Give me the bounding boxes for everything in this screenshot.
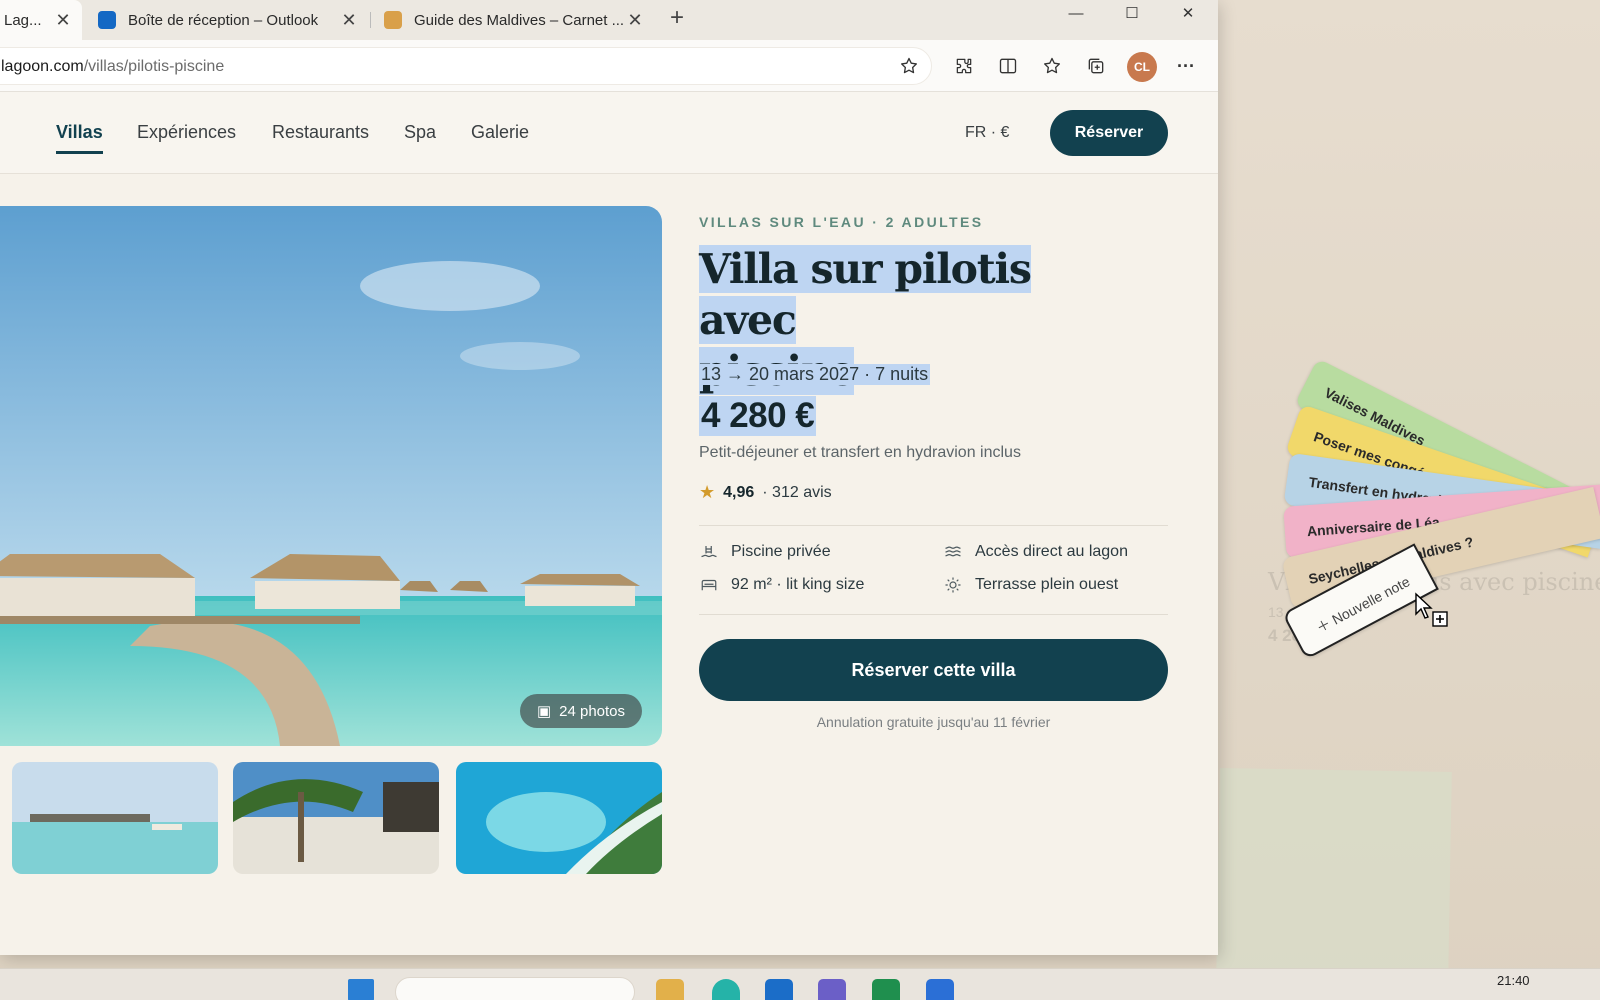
thumbnail-water-villas-image — [12, 762, 218, 874]
divider — [699, 525, 1168, 526]
reviews-count[interactable]: · 312 avis — [762, 484, 831, 502]
photos-count-button[interactable]: ▣ 24 photos — [520, 694, 642, 728]
file-explorer-icon[interactable] — [656, 979, 684, 1000]
new-tab-plus-icon[interactable]: + — [670, 4, 694, 32]
minimize-icon[interactable]: — — [1048, 0, 1104, 26]
more-options-icon[interactable]: ··· — [1172, 52, 1200, 80]
outlook-favicon-icon — [98, 11, 116, 29]
profile-avatar[interactable]: CL — [1127, 52, 1157, 82]
sticky-notes-window[interactable] — [1216, 767, 1452, 983]
close-tab-icon[interactable]: ✕ — [340, 11, 358, 29]
tab-title: Guide des Maldives – Carnet ... — [414, 11, 625, 29]
mail-icon[interactable] — [765, 979, 793, 1000]
thumbnail-2[interactable] — [233, 762, 439, 874]
extensions-puzzle-icon[interactable] — [950, 52, 978, 80]
thumbnail-1[interactable] — [12, 762, 218, 874]
tab-strip: Lag... ✕ Boîte de réception – Outlook ✕ … — [0, 0, 1218, 40]
edge-icon[interactable] — [712, 979, 740, 1000]
nav-spa[interactable]: Spa — [404, 122, 436, 143]
villa-price: 4 280 € — [699, 396, 817, 436]
tab-lagoon[interactable]: Lag... ✕ — [0, 0, 82, 40]
address-bar[interactable]: lagoon.com/villas/pilotis-piscine — [0, 47, 932, 85]
rating-score: 4,96 — [723, 483, 755, 501]
cursor-copy-icon — [1415, 592, 1448, 627]
pool-icon — [699, 542, 719, 562]
browser-window: Lag... ✕ Boîte de réception – Outlook ✕ … — [0, 0, 1218, 955]
maximize-icon[interactable]: ☐ — [1104, 0, 1160, 26]
amenity-size: 92 m² · lit king size — [699, 575, 864, 595]
tab-guide[interactable]: Guide des Maldives – Carnet ... ✕ — [374, 0, 654, 40]
close-window-icon[interactable]: ✕ — [1160, 0, 1216, 26]
collections-icon[interactable] — [1082, 52, 1110, 80]
cancellation-policy: Annulation gratuite jusqu'au 11 février — [816, 714, 1051, 730]
start-icon[interactable] — [348, 979, 374, 1000]
price-inclusions: Petit-déjeuner et transfert en hydravion… — [699, 444, 1021, 461]
hero-photo[interactable] — [0, 206, 662, 746]
image-icon: ▣ — [536, 703, 552, 720]
star-icon: ★ — [699, 482, 716, 502]
thumbnail-3[interactable] — [456, 762, 662, 874]
nav-experiences[interactable]: Expériences — [137, 122, 236, 143]
teams-icon[interactable] — [818, 979, 846, 1000]
toolbar: lagoon.com/villas/pilotis-piscine CL ··· — [0, 40, 1218, 92]
split-screen-icon[interactable] — [994, 52, 1022, 80]
thumbnail-aerial-reef-image — [456, 762, 662, 874]
tab-title: Lag... — [4, 11, 42, 29]
tab-separator — [370, 12, 371, 28]
nav-restaurants[interactable]: Restaurants — [272, 122, 369, 143]
villa-category: VILLAS SUR L'EAU · 2 ADULTES — [699, 214, 984, 230]
tab-title: Boîte de réception – Outlook — [128, 11, 319, 29]
tab-outlook[interactable]: Boîte de réception – Outlook ✕ — [86, 0, 368, 40]
amenity-pool: Piscine privée — [699, 542, 831, 562]
bed-icon — [699, 575, 719, 595]
amenity-terrace: Terrasse plein ouest — [943, 575, 1118, 595]
taskbar-clock[interactable]: 21:40 — [1497, 973, 1530, 988]
site-nav: Villas Expériences Restaurants Spa Galer… — [0, 92, 1218, 174]
book-villa-button[interactable]: Réserver cette villa — [699, 639, 1168, 701]
nav-villas[interactable]: Villas — [56, 122, 103, 154]
excel-icon[interactable] — [872, 979, 900, 1000]
taskbar: 21:40 — [0, 968, 1600, 1000]
divider — [699, 614, 1168, 615]
favorite-star-icon[interactable] — [895, 52, 923, 80]
sun-icon — [943, 575, 963, 595]
notebook-favicon-icon — [384, 11, 402, 29]
nav-galerie[interactable]: Galerie — [471, 122, 529, 143]
favorites-icon[interactable] — [1038, 52, 1066, 80]
stay-dates: 13 → 20 mars 2027 · 7 nuits — [699, 364, 931, 385]
rating: ★ 4,96 · 312 avis — [699, 482, 832, 503]
close-tab-icon[interactable]: ✕ — [626, 11, 644, 29]
close-tab-icon[interactable]: ✕ — [54, 11, 72, 29]
reserve-button[interactable]: Réserver — [1050, 110, 1168, 156]
word-icon[interactable] — [926, 979, 954, 1000]
amenity-lagoon: Accès direct au lagon — [943, 542, 1128, 562]
waves-icon — [943, 542, 963, 562]
language-currency-selector[interactable]: FR · € — [965, 124, 1009, 142]
resort-photo-image — [0, 206, 662, 746]
url-text: lagoon.com/villas/pilotis-piscine — [1, 58, 225, 75]
thumbnail-palm-beach-image — [233, 762, 439, 874]
taskbar-search[interactable] — [395, 977, 635, 1000]
